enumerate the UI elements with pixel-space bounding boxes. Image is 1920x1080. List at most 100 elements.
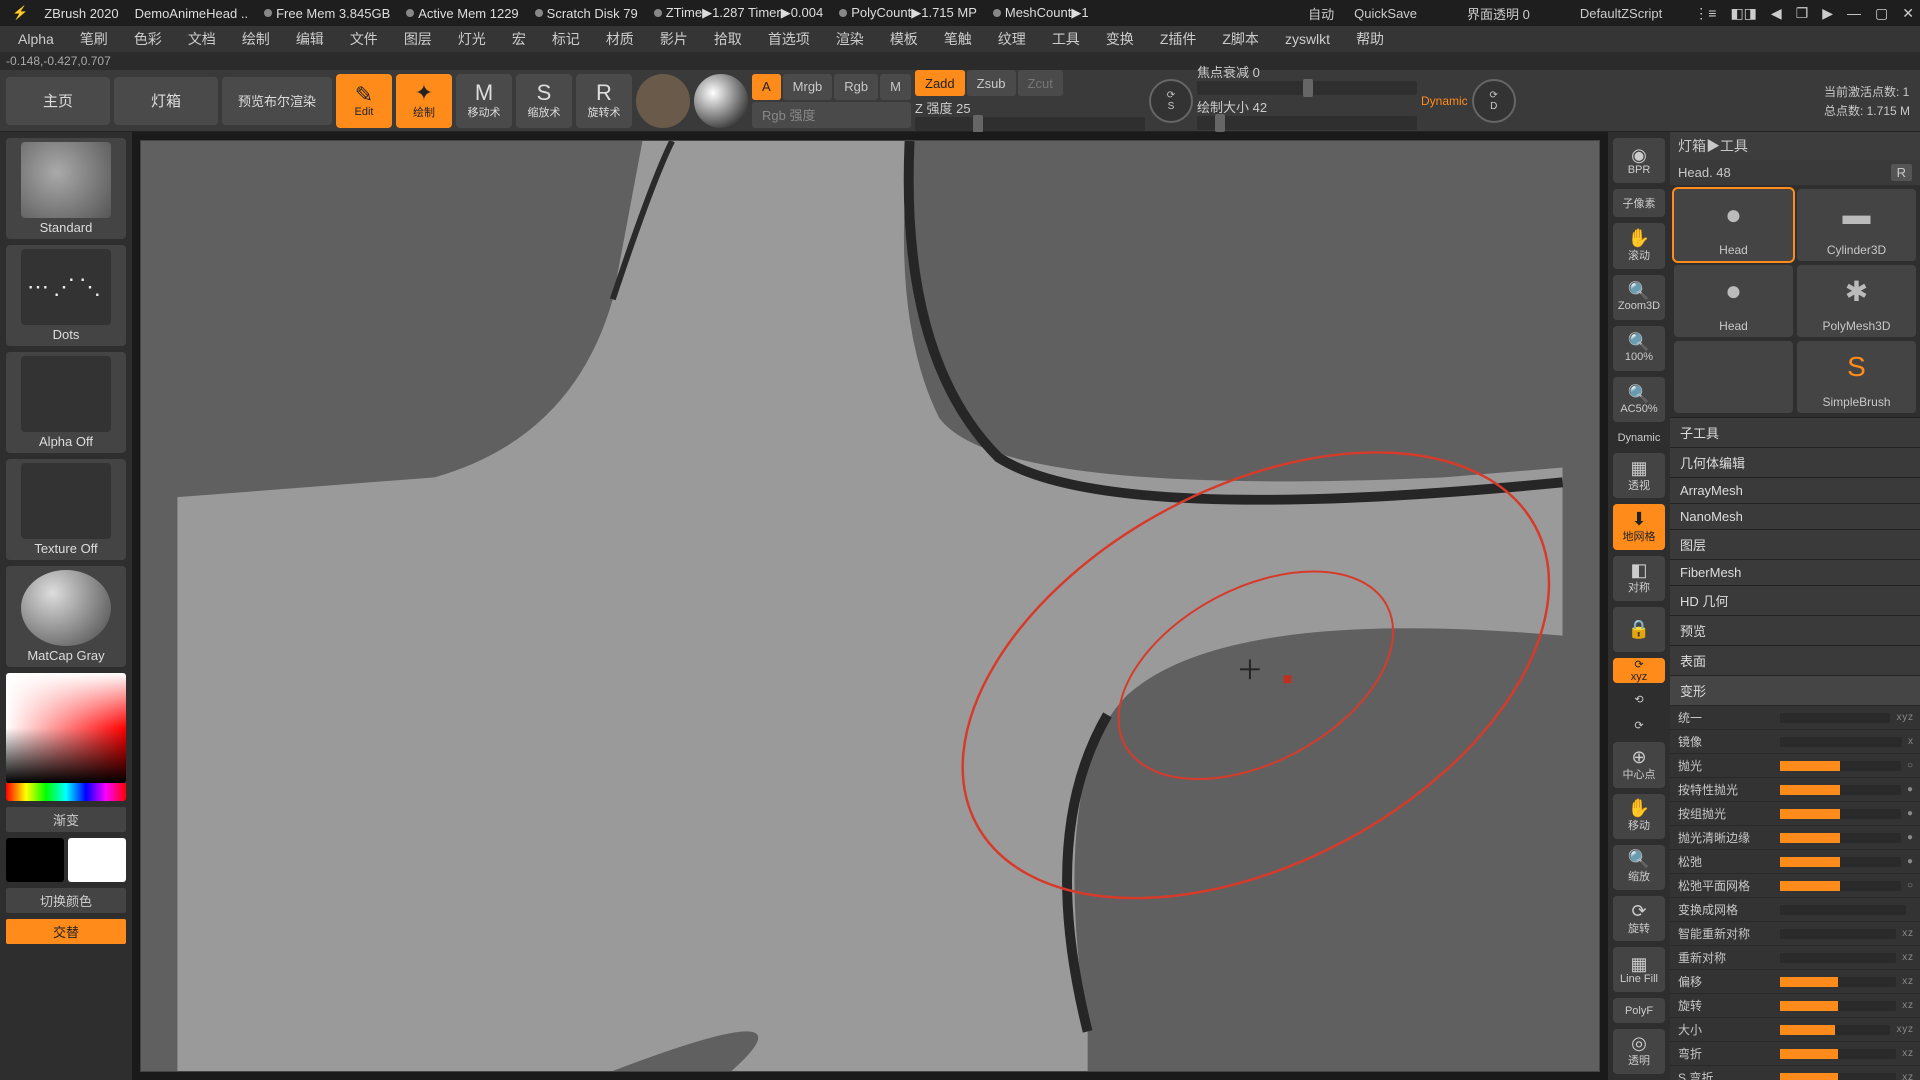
tool-Head[interactable]: ●Head (1674, 265, 1793, 337)
menu-首选项[interactable]: 首选项 (756, 25, 822, 53)
menu-图层[interactable]: 图层 (392, 25, 444, 53)
menu-宏[interactable]: 宏 (500, 25, 538, 53)
section-预览[interactable]: 预览 (1670, 615, 1920, 645)
symmetry-button[interactable]: ◧对称 (1613, 556, 1665, 601)
lightbox-button[interactable]: 灯箱 (114, 77, 218, 125)
texture-selector[interactable]: Texture Off (6, 459, 126, 560)
d-circle[interactable]: ⟳D (1472, 79, 1516, 123)
menu-绘制[interactable]: 绘制 (230, 25, 282, 53)
scale-button[interactable]: S缩放术 (516, 74, 572, 128)
preview-boolean-button[interactable]: 预览布尔渲染 (222, 77, 332, 125)
material-swatch[interactable] (636, 74, 690, 128)
z-axis-button[interactable]: ⟳ (1613, 716, 1665, 737)
layers-icon[interactable]: ❐ (1796, 5, 1809, 22)
menu-编辑[interactable]: 编辑 (284, 25, 336, 53)
slider-松弛[interactable]: 松弛● (1670, 849, 1920, 873)
focal-shift-slider[interactable] (1197, 81, 1417, 95)
next-icon[interactable]: ▶ (1822, 5, 1833, 22)
tool-Head[interactable]: ●Head (1674, 189, 1793, 261)
home-button[interactable]: 主页 (6, 77, 110, 125)
panel-title[interactable]: 灯箱▶工具 (1670, 132, 1920, 160)
stroke-selector[interactable]: ⋯⋰⋱ Dots (6, 245, 126, 346)
menu-色彩[interactable]: 色彩 (122, 25, 174, 53)
slider-抛光清晰边缘[interactable]: 抛光清晰边缘● (1670, 825, 1920, 849)
section-几何体编辑[interactable]: 几何体编辑 (1670, 447, 1920, 477)
menu-影片[interactable]: 影片 (648, 25, 700, 53)
xyz-button[interactable]: ⟳xyz (1613, 658, 1665, 683)
lock-button[interactable]: 🔒 (1613, 607, 1665, 652)
slider-弯折[interactable]: 弯折x z (1670, 1041, 1920, 1065)
y-axis-button[interactable]: ⟲ (1613, 689, 1665, 710)
section-表面[interactable]: 表面 (1670, 645, 1920, 675)
color-picker[interactable] (6, 673, 126, 801)
menu-文件[interactable]: 文件 (338, 25, 390, 53)
zoom3d-button[interactable]: 🔍Zoom3D (1613, 275, 1665, 320)
section-子工具[interactable]: 子工具 (1670, 417, 1920, 447)
menu-文档[interactable]: 文档 (176, 25, 228, 53)
mrgb-button[interactable]: Mrgb (783, 74, 833, 100)
edit-button[interactable]: ✎Edit (336, 74, 392, 128)
canvas-area[interactable] (132, 132, 1608, 1080)
section-图层[interactable]: 图层 (1670, 529, 1920, 559)
menu-材质[interactable]: 材质 (594, 25, 646, 53)
move-button[interactable]: M移动术 (456, 74, 512, 128)
menu-灯光[interactable]: 灯光 (446, 25, 498, 53)
tool-Cylinder3D[interactable]: ▬Cylinder3D (1797, 189, 1916, 261)
rotate-button[interactable]: R旋转术 (576, 74, 632, 128)
rotate-nav-button[interactable]: ⟳旋转 (1613, 896, 1665, 941)
bpr-button[interactable]: ◉BPR (1613, 138, 1665, 183)
tool-slot4[interactable] (1674, 341, 1793, 413)
switch-color-button[interactable]: 切换颜色 (6, 888, 126, 913)
menu-Alpha[interactable]: Alpha (6, 27, 66, 51)
section-HD 几何[interactable]: HD 几何 (1670, 585, 1920, 615)
ui-opacity[interactable]: 界面透明 0 (1459, 2, 1538, 25)
section-FiberMesh[interactable]: FiberMesh (1670, 559, 1920, 585)
zsub-button[interactable]: Zsub (967, 70, 1016, 96)
swatch-white[interactable] (68, 838, 126, 882)
prev-icon[interactable]: ◀ (1771, 5, 1782, 22)
section-ArrayMesh[interactable]: ArrayMesh (1670, 477, 1920, 503)
menu-Z插件[interactable]: Z插件 (1148, 25, 1209, 53)
m-button[interactable]: M (880, 74, 911, 100)
floor-button[interactable]: ⬇地网格 (1613, 504, 1665, 549)
quicksave-button[interactable]: QuickSave (1346, 4, 1425, 23)
tool-SimpleBrush[interactable]: SSimpleBrush (1797, 341, 1916, 413)
hue-strip[interactable] (6, 783, 126, 801)
slider-按组抛光[interactable]: 按组抛光● (1670, 801, 1920, 825)
actual-size-button[interactable]: 🔍100% (1613, 326, 1665, 371)
transparent-button[interactable]: ◎透明 (1613, 1029, 1665, 1074)
menu-标记[interactable]: 标记 (540, 25, 592, 53)
minimize-icon[interactable]: — (1847, 5, 1861, 21)
menu-帮助[interactable]: 帮助 (1344, 25, 1396, 53)
menu-笔刷[interactable]: 笔刷 (68, 25, 120, 53)
slider-偏移[interactable]: 偏移x z (1670, 969, 1920, 993)
scroll-button[interactable]: ✋滚动 (1613, 223, 1665, 268)
subpixel-button[interactable]: 子像素 (1613, 189, 1665, 217)
slider-智能重新对称[interactable]: 智能重新对称x z (1670, 921, 1920, 945)
persp-button[interactable]: ▦透视 (1613, 453, 1665, 498)
material-selector[interactable]: MatCap Gray (6, 566, 126, 667)
brush-selector[interactable]: Standard (6, 138, 126, 239)
maximize-icon[interactable]: ▢ (1875, 5, 1888, 22)
dynamic-label[interactable]: Dynamic (1613, 428, 1665, 447)
zadd-button[interactable]: Zadd (915, 70, 965, 96)
deform-section[interactable]: 变形 (1670, 675, 1920, 705)
menu-渲染[interactable]: 渲染 (824, 25, 876, 53)
swatch-row[interactable] (6, 838, 126, 882)
center-button[interactable]: ⊕中心点 (1613, 742, 1665, 787)
move-nav-button[interactable]: ✋移动 (1613, 794, 1665, 839)
z-intensity-slider[interactable] (915, 117, 1145, 131)
menu-工具[interactable]: 工具 (1040, 25, 1092, 53)
gradient-label[interactable]: 渐变 (6, 807, 126, 832)
tool-PolyMesh3D[interactable]: ✱PolyMesh3D (1797, 265, 1916, 337)
section-NanoMesh[interactable]: NanoMesh (1670, 503, 1920, 529)
slider-统一[interactable]: 统一x y z (1670, 705, 1920, 729)
menu-zyswlkt[interactable]: zyswlkt (1273, 27, 1342, 51)
swatch-black[interactable] (6, 838, 64, 882)
slider-旋转[interactable]: 旋转x z (1670, 993, 1920, 1017)
draw-size-slider[interactable] (1197, 116, 1417, 130)
slider-大小[interactable]: 大小x y z (1670, 1017, 1920, 1041)
auto-button[interactable]: 自动 (1300, 2, 1342, 25)
s-circle[interactable]: ⟳S (1149, 79, 1193, 123)
slider-镜像[interactable]: 镜像x (1670, 729, 1920, 753)
